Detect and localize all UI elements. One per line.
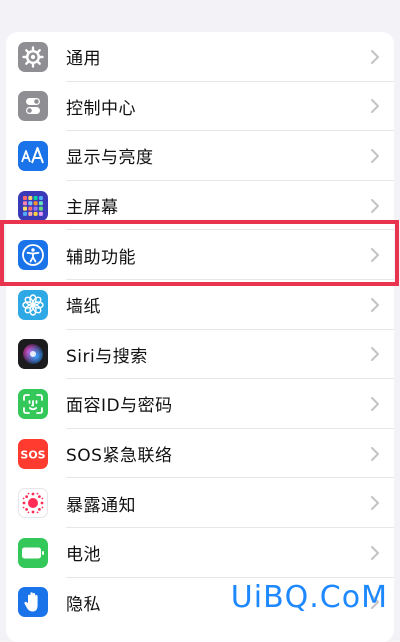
flower-icon [18, 289, 48, 320]
settings-item-display-brightness[interactable]: 显示与亮度 [6, 131, 394, 181]
settings-item-label: 暴露通知 [66, 495, 136, 516]
toggles-icon [18, 91, 48, 122]
chevron-right-icon [371, 248, 379, 263]
gear-icon [18, 41, 48, 72]
face-id-icon [18, 388, 48, 419]
settings-item-label: 面容ID与密码 [66, 396, 173, 417]
settings-item-accessibility[interactable]: 辅助功能 [6, 230, 394, 280]
text-size-icon [18, 140, 48, 171]
app-grid-icon [18, 190, 48, 221]
settings-item-label: SOS紧急联络 [66, 446, 173, 467]
chevron-right-icon [371, 446, 379, 461]
settings-item-label: 控制中心 [66, 98, 136, 119]
chevron-right-icon [371, 545, 379, 560]
settings-item-siri-search[interactable]: Siri与搜索 [6, 330, 394, 380]
settings-item-label: 主屏幕 [66, 198, 119, 219]
settings-item-battery[interactable]: 电池 [6, 528, 394, 578]
settings-item-label: 电池 [66, 545, 101, 566]
svg-text:SOS: SOS [20, 448, 45, 461]
chevron-right-icon [371, 496, 379, 511]
settings-item-label: 隐私 [66, 594, 101, 615]
watermark-text: UiBQ.CoM [230, 580, 388, 615]
settings-item-label: 辅助功能 [66, 247, 136, 268]
settings-item-label: 墙纸 [66, 297, 101, 318]
settings-item-face-id-passcode[interactable]: 面容ID与密码 [6, 379, 394, 429]
settings-item-home-screen[interactable]: 主屏幕 [6, 181, 394, 231]
hand-icon [18, 587, 48, 618]
siri-icon [18, 339, 48, 370]
chevron-right-icon [371, 198, 379, 213]
settings-item-exposure-notifications[interactable]: 暴露通知 [6, 478, 394, 528]
chevron-right-icon [371, 297, 379, 312]
sos-icon: SOS [18, 438, 48, 469]
settings-list: 通用 控制中心 显示与亮度 主屏幕 辅助功能 墙纸 Siri与搜索 面容ID与密… [6, 32, 394, 642]
chevron-right-icon [371, 99, 379, 114]
settings-item-general[interactable]: 通用 [6, 32, 394, 82]
settings-item-label: 通用 [66, 49, 101, 70]
chevron-right-icon [371, 49, 379, 64]
settings-item-label: 显示与亮度 [66, 148, 154, 169]
chevron-right-icon [371, 148, 379, 163]
chevron-right-icon [371, 347, 379, 362]
exposure-icon [18, 488, 48, 519]
settings-item-label: Siri与搜索 [66, 346, 148, 367]
battery-icon [18, 537, 48, 568]
accessibility-icon [18, 240, 48, 271]
chevron-right-icon [371, 396, 379, 411]
settings-item-emergency-sos[interactable]: SOS SOS紧急联络 [6, 429, 394, 479]
settings-item-wallpaper[interactable]: 墙纸 [6, 280, 394, 330]
settings-item-control-center[interactable]: 控制中心 [6, 82, 394, 132]
